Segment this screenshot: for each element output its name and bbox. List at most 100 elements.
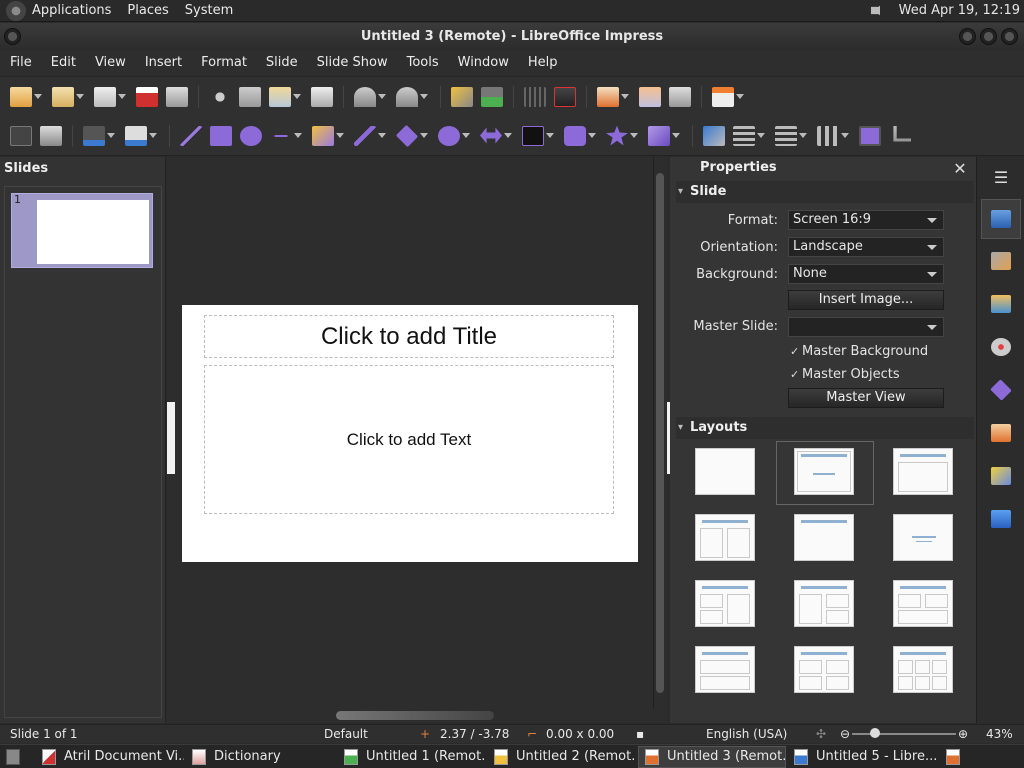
save-icon[interactable] [94,86,116,107]
taskbar-item-untitled-5[interactable]: Untitled 5 - Libre... [788,746,936,768]
master-slide-select[interactable] [788,317,944,337]
layout-blank[interactable] [695,448,755,495]
lines-arrows-dropdown-icon[interactable] [294,133,302,138]
fill-color-dropdown-icon[interactable] [149,133,157,138]
sidebar-tab-styles[interactable] [981,241,1021,281]
sidebar-tab-animation[interactable] [981,456,1021,496]
vertical-scrollbar[interactable] [653,157,665,709]
menu-slide[interactable]: Slide [266,55,298,70]
export-pdf-icon[interactable] [136,86,158,107]
undo-icon[interactable] [354,86,376,107]
save-dropdown-icon[interactable] [118,94,126,99]
panel-menu-applications[interactable]: Applications [32,3,111,18]
layout-centered-text[interactable] [893,514,953,561]
flowchart-icon[interactable] [522,125,544,146]
stars-dropdown-icon[interactable] [630,133,638,138]
taskbar-item-dictionary[interactable]: Dictionary [186,746,336,768]
connectors-dropdown-icon[interactable] [378,133,386,138]
layouts-section-header[interactable]: Layouts [676,417,974,439]
symbol-shapes-dropdown-icon[interactable] [462,133,470,138]
layout-title-2-content-over-content[interactable] [893,580,953,627]
block-arrows-dropdown-icon[interactable] [504,133,512,138]
menu-help[interactable]: Help [528,55,558,70]
distribute-dropdown-icon[interactable] [841,133,849,138]
crop-icon[interactable] [893,125,911,142]
curves-dropdown-icon[interactable] [336,133,344,138]
grid-icon[interactable] [524,86,546,107]
menu-window[interactable]: Window [458,55,509,70]
callouts-dropdown-icon[interactable] [588,133,596,138]
3d-objects-icon[interactable] [648,125,670,146]
sidebar-tab-slide-transition[interactable] [981,413,1021,453]
taskbar-item-atril[interactable]: Atril Document Vi... [36,746,184,768]
callouts-icon[interactable] [564,125,586,146]
copy-icon[interactable] [239,86,261,107]
sidebar-tab-shapes[interactable] [981,370,1021,410]
sidebar-menu-button[interactable]: ☰ [981,157,1021,197]
orientation-select[interactable]: Landscape [788,237,944,257]
slide-layout-dropdown-icon[interactable] [736,94,744,99]
master-view-button[interactable]: Master View [788,388,944,408]
sidebar-tab-master-slides[interactable] [981,499,1021,539]
title-placeholder[interactable]: Click to add Title [204,315,614,358]
layout-title-content-and-2-content[interactable] [794,580,854,627]
line-color-icon[interactable] [83,125,105,146]
slide-thumbnail[interactable] [37,200,149,264]
fill-color-icon[interactable] [125,125,147,146]
new-slide-icon[interactable] [597,86,619,107]
status-master-name[interactable]: Default [324,727,368,741]
show-desktop-button[interactable] [0,746,34,768]
taskbar-item-untitled-1[interactable]: Untitled 1 (Remot... [338,746,486,768]
zoom-in-icon[interactable]: ⊕ [958,727,968,741]
insert-image-button[interactable]: Insert Image... [788,290,944,310]
slide-section-header[interactable]: Slide [676,181,974,203]
volume-icon[interactable] [870,1,887,20]
close-window-button[interactable] [1001,28,1018,45]
curves-icon[interactable] [312,125,334,146]
layout-title-content-box[interactable] [893,448,953,495]
sidebar-tab-gallery[interactable] [981,284,1021,324]
symbol-shapes-icon[interactable] [438,125,460,146]
zoom-slider-handle[interactable] [870,728,880,738]
sidebar-tab-properties[interactable] [981,199,1021,239]
system-logo-icon[interactable] [6,0,26,21]
panel-menu-places[interactable]: Places [127,3,168,18]
master-background-checkbox[interactable]: ✓ Master Background [790,344,928,359]
menu-slide-show[interactable]: Slide Show [317,55,388,70]
slide-layout-icon[interactable] [712,86,734,107]
undo-dropdown-icon[interactable] [378,94,386,99]
menu-insert[interactable]: Insert [145,55,182,70]
collapse-left-pane-handle[interactable] [167,402,175,474]
menu-tools[interactable]: Tools [407,55,439,70]
new-document-icon[interactable] [10,86,32,107]
arrange-dropdown-icon[interactable] [799,133,807,138]
block-arrows-icon[interactable] [480,127,502,144]
menu-edit[interactable]: Edit [51,55,76,70]
new-dropdown-icon[interactable] [34,94,42,99]
panel-menu-system[interactable]: System [185,3,233,18]
select-arrow-icon[interactable] [10,125,32,146]
lines-arrows-icon[interactable] [270,134,292,137]
signature-icon[interactable]: ✣ [816,727,826,741]
new-slide-dropdown-icon[interactable] [621,94,629,99]
menu-format[interactable]: Format [201,55,247,70]
horizontal-scrollbar[interactable] [172,709,654,721]
flowchart-dropdown-icon[interactable] [546,133,554,138]
taskbar-item-untitled-2[interactable]: Untitled 2 (Remot... [488,746,636,768]
line-color-dropdown-icon[interactable] [107,133,115,138]
text-placeholder[interactable]: Click to add Text [204,365,614,514]
open-dropdown-icon[interactable] [76,94,84,99]
paste-icon[interactable] [269,86,291,107]
redo-icon[interactable] [396,86,418,107]
zoom-pan-icon[interactable] [40,125,62,146]
document-modified-icon[interactable]: ▪ [636,727,644,741]
window-menu-button[interactable] [4,28,21,45]
layout-title-2-content[interactable] [695,514,755,561]
open-folder-icon[interactable] [52,86,74,107]
arrange-icon[interactable] [775,125,797,146]
zoom-slider[interactable] [852,733,956,735]
layout-title-2-content-and-content[interactable] [695,580,755,627]
close-sidebar-icon[interactable]: ✕ [950,159,970,179]
delete-slide-icon[interactable] [669,86,691,107]
background-select[interactable]: None [788,264,944,284]
